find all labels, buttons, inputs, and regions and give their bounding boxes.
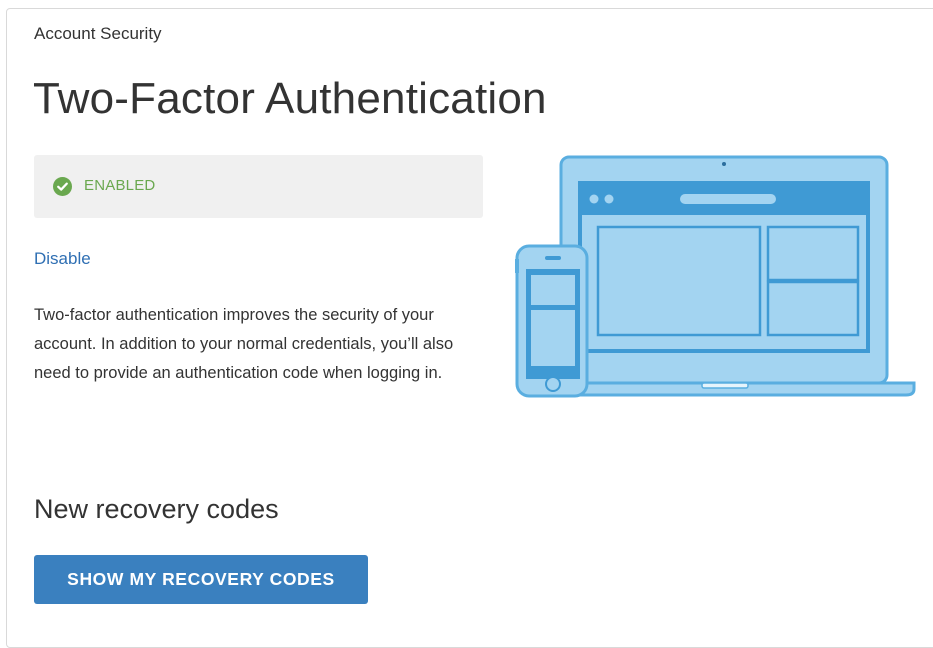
recovery-codes-heading: New recovery codes [34, 494, 279, 524]
laptop-and-phone-illustration [515, 155, 916, 398]
show-recovery-codes-button[interactable]: SHOW MY RECOVERY CODES [34, 555, 368, 604]
status-badge: ENABLED [84, 177, 156, 194]
disable-link[interactable]: Disable [34, 249, 91, 269]
description-text: Two-factor authentication improves the s… [34, 306, 454, 382]
check-circle-icon [53, 177, 72, 196]
page-title: Two-Factor Authentication [33, 74, 547, 123]
breadcrumb: Account Security [34, 24, 162, 43]
status-box: ENABLED [34, 155, 483, 218]
